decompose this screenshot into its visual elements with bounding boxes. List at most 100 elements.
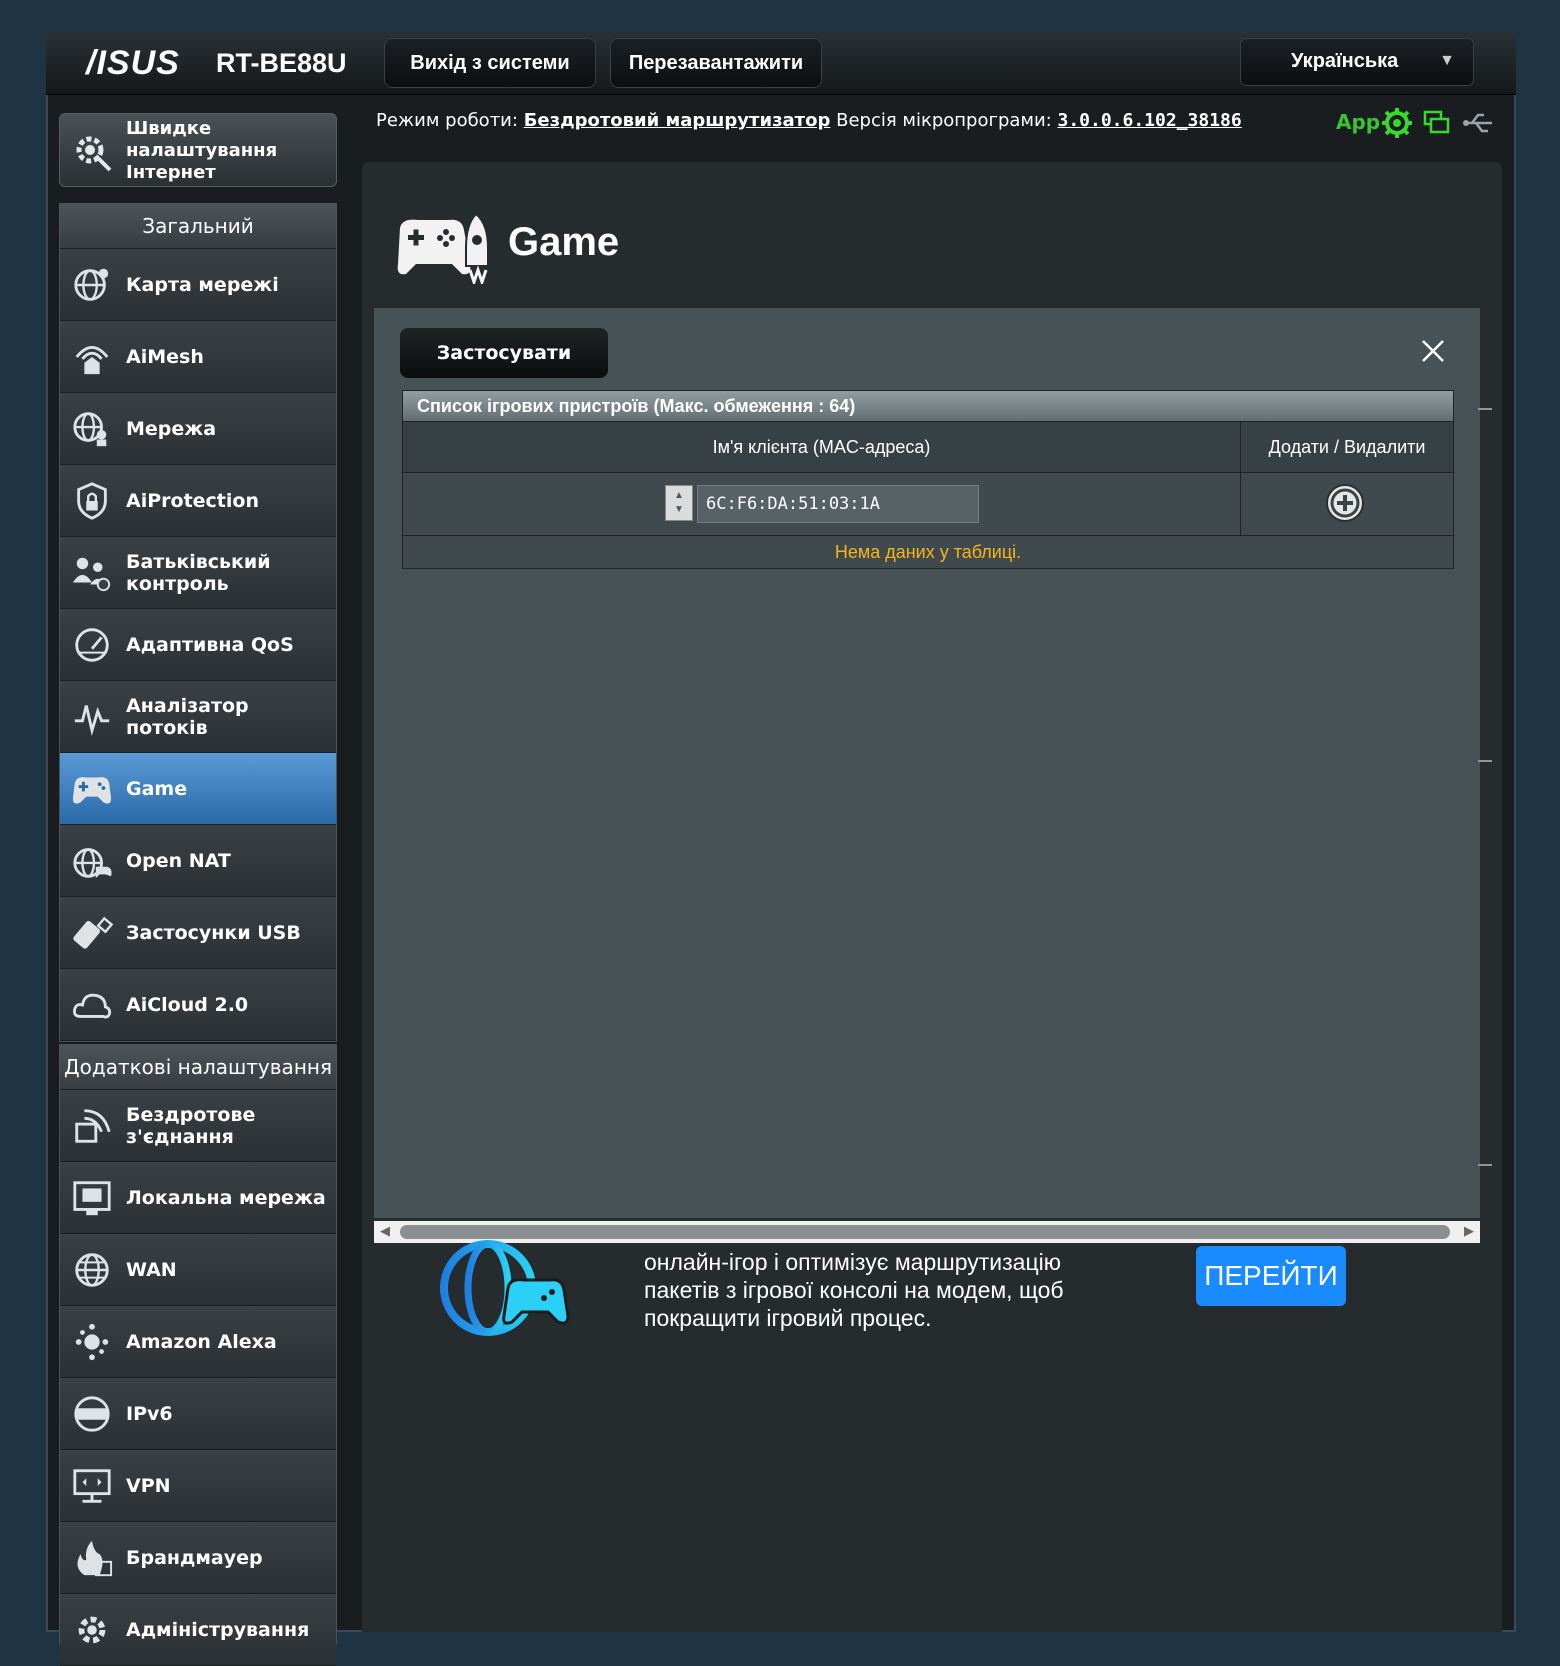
sidebar-item-shield-lock[interactable]: AiProtection — [60, 465, 336, 537]
wireless-icon — [75, 1109, 111, 1143]
sidebar-item-label: Локальна мережа — [126, 1186, 326, 1209]
game-devices-table: Список ігрових пристроїв (Макс. обмеженн… — [402, 390, 1454, 569]
sidebar-item-wireless[interactable]: Бездротове з'єднання — [60, 1090, 336, 1162]
sidebar-item-parental-control[interactable]: Батьківський контроль — [60, 537, 336, 609]
table-title: Список ігрових пристроїв (Макс. обмеженн… — [403, 391, 1453, 421]
globe-icon — [75, 1253, 109, 1287]
goto-button[interactable]: ПЕРЕЙТИ — [1196, 1246, 1346, 1306]
alexa-icon — [75, 1323, 109, 1361]
sidebar-item-vpn[interactable]: VPN — [60, 1450, 336, 1522]
sidebar-item-lan[interactable]: Локальна мережа — [60, 1162, 336, 1234]
sidebar-item-cloud[interactable]: AiCloud 2.0 — [60, 969, 336, 1041]
sidebar-item-label: AiCloud 2.0 — [126, 993, 249, 1016]
sidebar-item-usb[interactable]: Застосунки USB — [60, 897, 336, 969]
open-nat-globe-icon — [440, 1240, 570, 1336]
sidebar-item-label: Amazon Alexa — [126, 1330, 277, 1353]
panel-divider — [1478, 408, 1492, 410]
client-status-icon[interactable] — [1422, 108, 1452, 138]
firmware-link[interactable]: 3.0.0.6.102_38186 — [1057, 110, 1241, 131]
sidebar-item-label: Застосунки USB — [126, 921, 301, 944]
sidebar-item-label: AiProtection — [126, 489, 259, 512]
scroll-right-icon[interactable]: ▶ — [1464, 1224, 1474, 1239]
sidebar-item-speedometer[interactable]: Адаптивна QoS — [60, 609, 336, 681]
wizard-gear-icon — [76, 136, 112, 172]
shield-lock-icon — [77, 482, 107, 520]
sidebar-item-label: WAN — [126, 1258, 177, 1281]
sidebar-item-open-nat[interactable]: Open NAT — [60, 825, 336, 897]
usb-icon — [73, 916, 114, 949]
sidebar-item-label: Open NAT — [126, 849, 231, 872]
mac-address-input[interactable]: 6C:F6:DA:51:03:1A — [697, 485, 979, 523]
sidebar-item-label: Батьківський контроль — [126, 550, 271, 595]
sidebar-item-label: Game — [126, 777, 188, 800]
language-select[interactable]: Українська ▼ — [1240, 38, 1474, 86]
sidebar-item-label: VPN — [126, 1474, 171, 1497]
gear-icon — [78, 1616, 106, 1644]
sidebar-item-label: Карта мережі — [126, 273, 279, 296]
close-icon[interactable] — [1420, 338, 1446, 364]
mode-label: Режим роботи: — [376, 110, 518, 131]
model-name: RT-BE88U — [216, 48, 347, 78]
ipv6-icon — [74, 1396, 110, 1432]
sidebar-item-ipv6[interactable]: IPv6 — [60, 1378, 336, 1450]
advanced-section-title: Додаткові налаштування — [60, 1045, 336, 1090]
sidebar-item-gear[interactable]: Адміністрування — [60, 1594, 336, 1666]
gear-status-icon[interactable] — [1380, 106, 1414, 140]
column-header-client: Ім'я клієнта (MAC-адреса) — [403, 422, 1241, 472]
aimesh-icon — [75, 346, 109, 375]
logout-button[interactable]: Вихід з системи — [384, 38, 596, 88]
sidebar-item-traffic-analyzer[interactable]: Аналізатор потоків — [60, 681, 336, 753]
sidebar-item-label: Бездротове з'єднання — [126, 1103, 256, 1148]
client-dropdown-toggle[interactable]: ▲ ▼ — [665, 485, 693, 521]
advanced-section: Додаткові налаштування Бездротове з'єдна… — [59, 1044, 337, 1666]
reboot-button[interactable]: Перезавантажити — [610, 38, 822, 88]
table-input-row: ▲ ▼ 6C:F6:DA:51:03:1A — [403, 472, 1453, 535]
app-link[interactable]: App — [1336, 110, 1380, 134]
panel-divider — [1478, 1164, 1492, 1166]
sidebar-item-alexa[interactable]: Amazon Alexa — [60, 1306, 336, 1378]
sidebar-item-guest-network[interactable]: Мережа — [60, 393, 336, 465]
mode-link[interactable]: Бездротовий маршрутизатор — [524, 110, 831, 131]
gamepad-icon — [72, 777, 112, 804]
promo-description: онлайн-ігор і оптимізує маршрутизацію па… — [644, 1249, 1064, 1331]
usb-status-icon[interactable] — [1462, 110, 1496, 136]
lan-icon — [73, 1181, 111, 1216]
sidebar-item-label: AiMesh — [126, 345, 204, 368]
general-section-title: Загальний — [60, 204, 336, 249]
general-section: Загальний Карта мережі AiMesh Мережа AiProt… — [59, 203, 337, 1042]
speedometer-icon — [75, 628, 109, 662]
page-title: Game — [508, 220, 620, 264]
firewall-icon — [77, 1540, 113, 1577]
game-title-icon — [397, 212, 489, 284]
sidebar-item-gamepad[interactable]: Game — [60, 753, 336, 825]
firmware-label: Версія мікропрограми: — [836, 110, 1052, 131]
scroll-left-icon[interactable]: ◀ — [380, 1224, 390, 1239]
table-header-row: Ім'я клієнта (MAC-адреса) Додати / Видал… — [403, 421, 1453, 472]
parental-control-icon — [72, 557, 111, 592]
column-header-action: Додати / Видалити — [1268, 436, 1426, 457]
sidebar-item-network-map[interactable]: Карта мережі — [60, 249, 336, 321]
sidebar-item-aimesh[interactable]: AiMesh — [60, 321, 336, 393]
network-map-icon — [74, 268, 109, 301]
status-line: Режим роботи: Бездротовий маршрутизатор … — [376, 110, 1242, 131]
sidebar-item-label: IPv6 — [126, 1402, 173, 1425]
open-nat-icon — [73, 848, 112, 879]
sidebar-item-label: Адміністрування — [126, 1618, 310, 1641]
sidebar-item-label: Брандмауер — [126, 1546, 263, 1569]
language-value: Українська — [1291, 50, 1399, 72]
apply-button[interactable]: Застосувати — [400, 328, 608, 378]
sidebar-item-label: Аналізатор потоків — [126, 694, 249, 739]
traffic-analyzer-icon — [74, 705, 110, 736]
guest-network-icon — [73, 412, 107, 447]
chevron-down-icon: ▼ — [1439, 52, 1455, 69]
sidebar-item-firewall[interactable]: Брандмауер — [60, 1522, 336, 1594]
quick-internet-setup[interactable]: Швидке налаштування Інтернет — [59, 113, 337, 187]
empty-table-message: Нема даних у таблиці. — [403, 535, 1453, 568]
sidebar-item-globe[interactable]: WAN — [60, 1234, 336, 1306]
asus-logo: /ISUS — [86, 44, 180, 82]
panel-divider — [1478, 760, 1492, 762]
sidebar-item-label: Мережа — [126, 417, 217, 440]
add-circle-icon[interactable] — [1325, 483, 1365, 523]
vpn-icon — [73, 1469, 111, 1503]
quick-setup-label: Швидке налаштування Інтернет — [126, 118, 278, 183]
